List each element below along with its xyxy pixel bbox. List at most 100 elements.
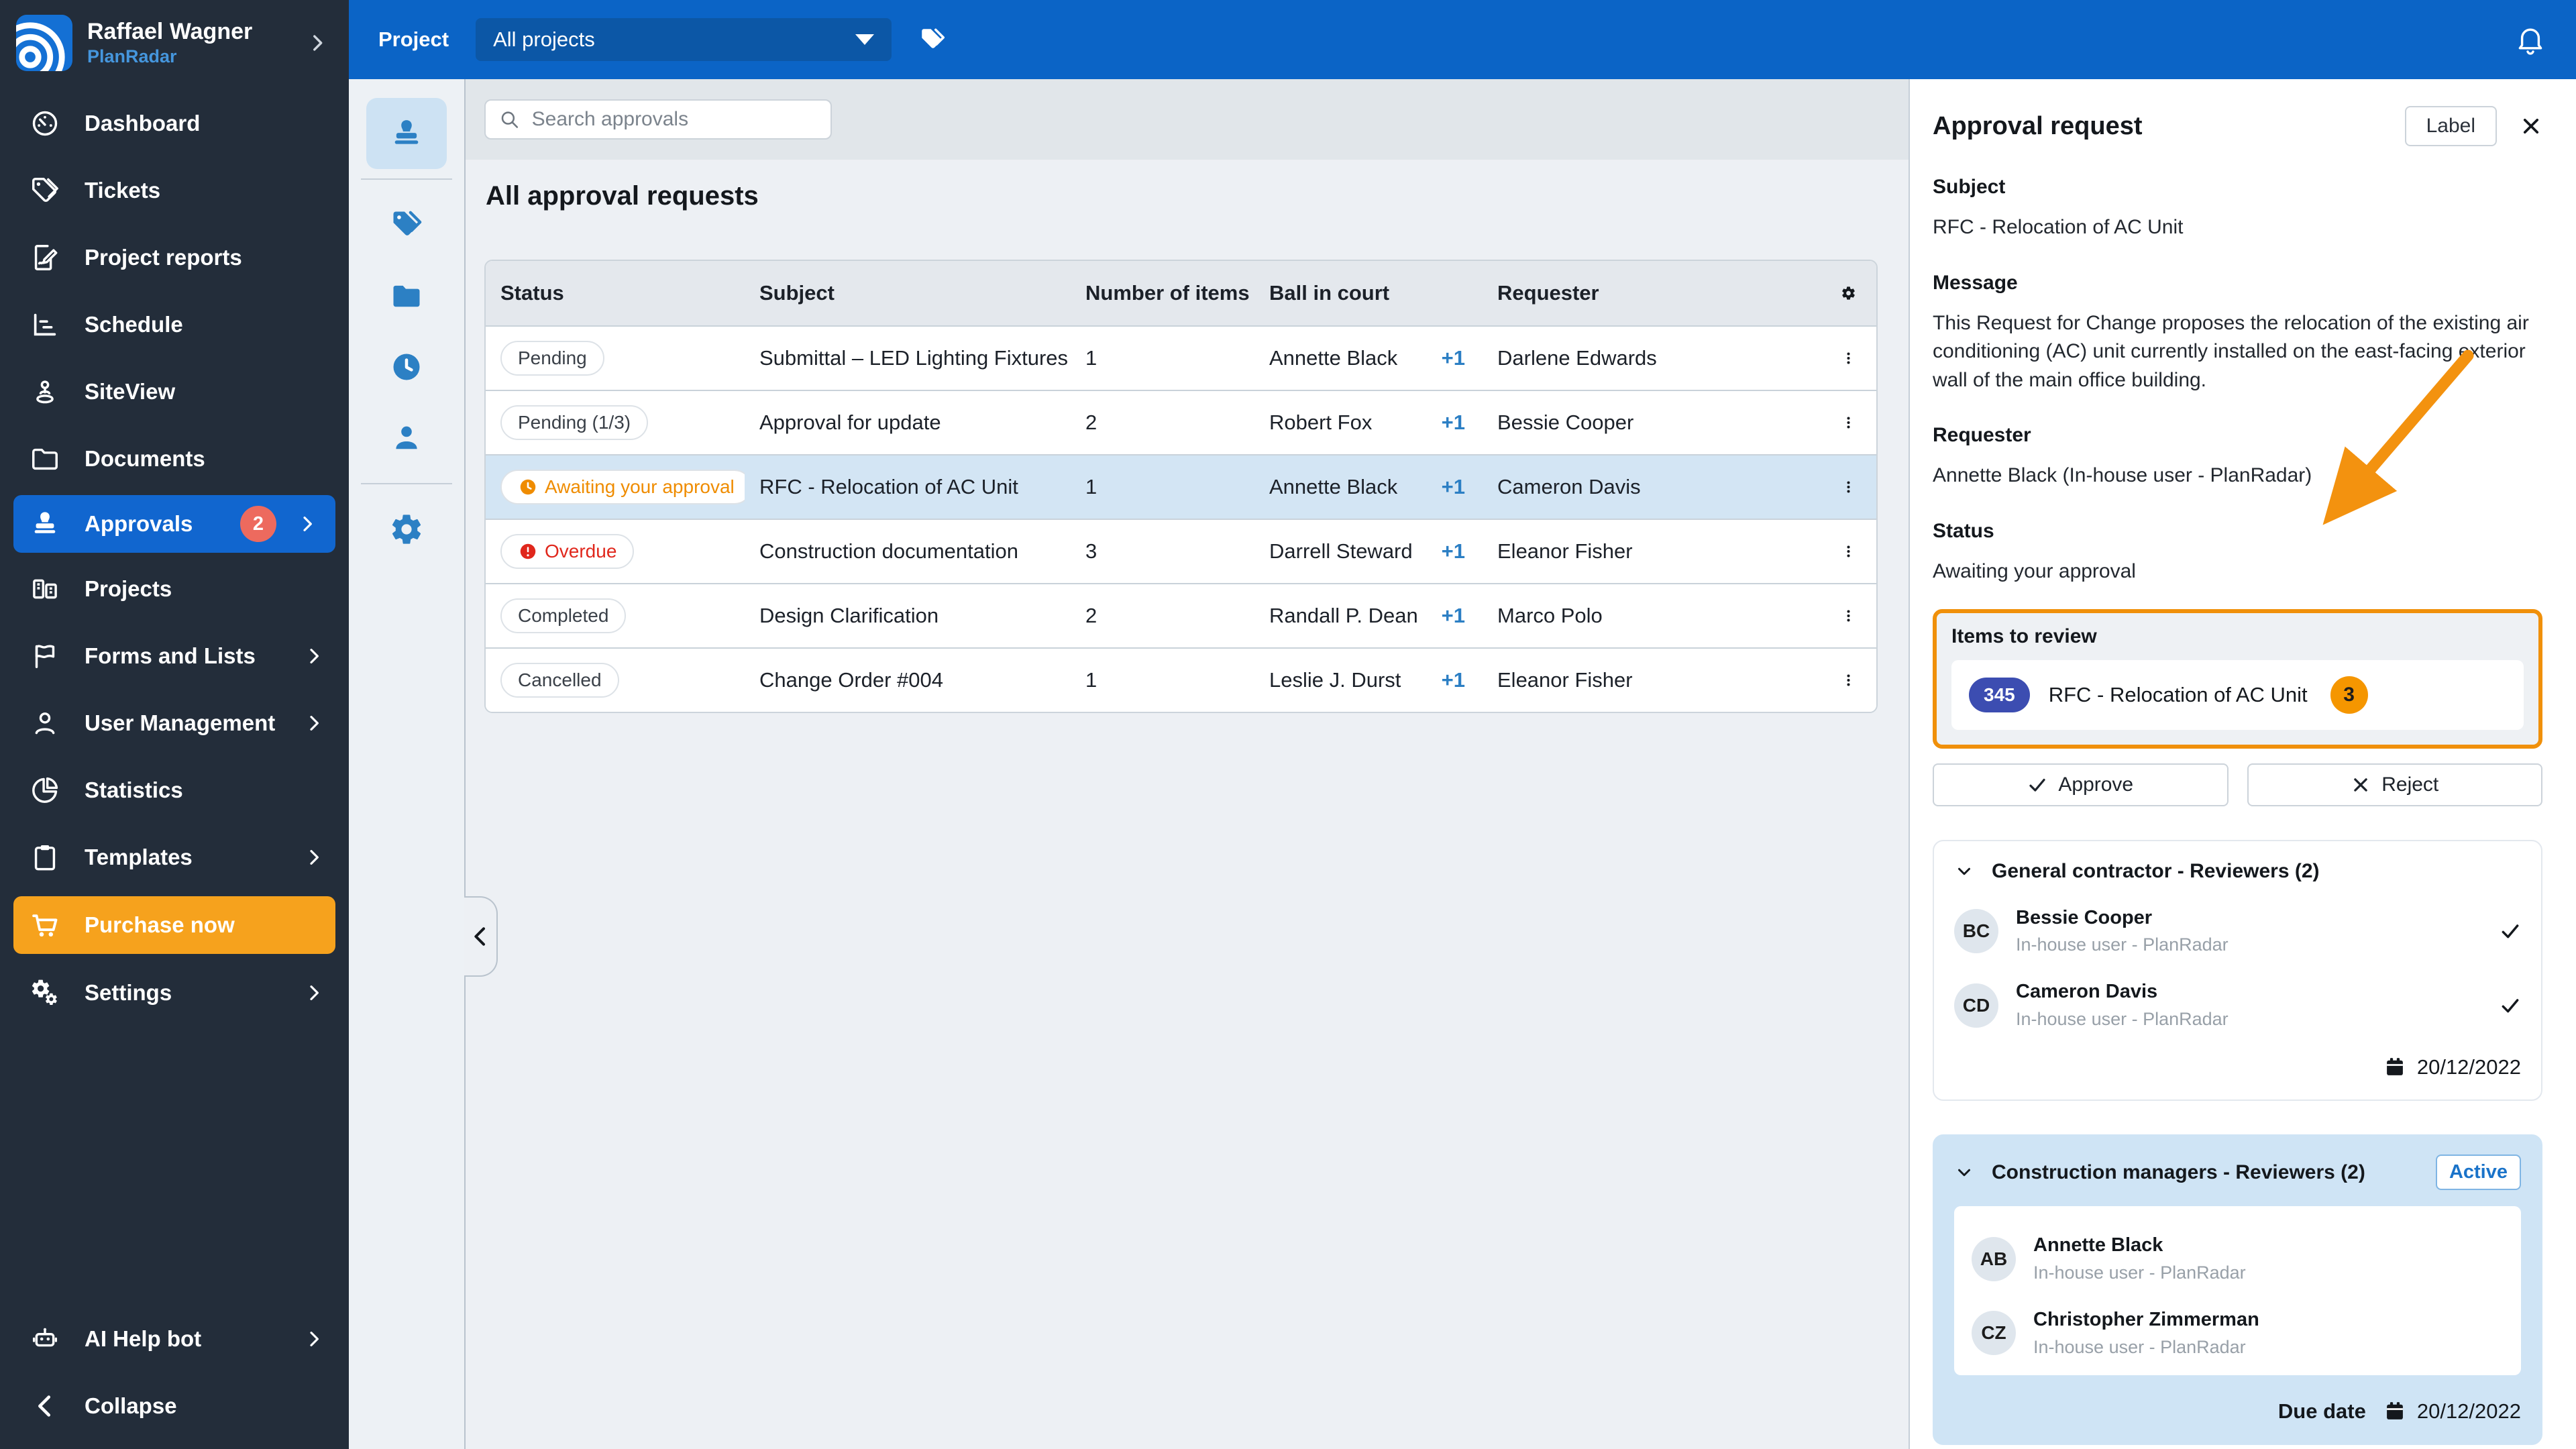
more-people-link[interactable]: +1 bbox=[1442, 668, 1465, 692]
chevron-down-icon bbox=[1958, 867, 1970, 875]
item-count-badge: 3 bbox=[2330, 676, 2368, 714]
table-settings-gear-icon[interactable] bbox=[1841, 278, 1856, 308]
sidebar-user-header[interactable]: Raffael Wagner PlanRadar bbox=[0, 0, 349, 83]
review-item[interactable]: 345 RFC - Relocation of AC Unit 3 bbox=[1951, 659, 2524, 730]
more-people-link[interactable]: +1 bbox=[1442, 346, 1465, 370]
items-to-review-title: Items to review bbox=[1951, 625, 2097, 647]
close-icon[interactable] bbox=[2520, 115, 2542, 138]
purchase-now-button[interactable]: Purchase now bbox=[13, 896, 335, 954]
avatar: BC bbox=[1954, 908, 1998, 953]
col-header-items[interactable]: Number of items bbox=[1071, 281, 1254, 305]
tool-labels[interactable] bbox=[366, 189, 447, 260]
col-header-ball-in-court[interactable]: Ball in court bbox=[1254, 281, 1483, 305]
col-header-status[interactable]: Status bbox=[486, 281, 745, 305]
table-row-selected[interactable]: Awaiting your approval RFC - Relocation … bbox=[486, 454, 1876, 519]
subject-label: Subject bbox=[1933, 176, 2006, 198]
label-button[interactable]: Label bbox=[2404, 106, 2497, 146]
toolbar-divider bbox=[361, 483, 452, 484]
purchase-now-label: Purchase now bbox=[85, 912, 235, 937]
table-row[interactable]: Pending Submittal – LED Lighting Fixture… bbox=[486, 325, 1876, 390]
sidebar-item-label: Templates bbox=[85, 845, 193, 869]
chevron-right-icon bbox=[303, 517, 312, 531]
reviewer-name: Cameron Davis bbox=[2016, 981, 2158, 1003]
chevron-right-icon[interactable] bbox=[306, 32, 329, 54]
dashboard-gauge-icon bbox=[32, 111, 58, 136]
more-people-link[interactable]: +1 bbox=[1442, 475, 1465, 499]
clock-icon bbox=[389, 350, 424, 384]
panel-collapse-handle[interactable] bbox=[464, 896, 498, 977]
approved-check-icon bbox=[2502, 924, 2519, 938]
projects-building-icon bbox=[33, 579, 57, 599]
group-header[interactable]: Construction managers - Reviewers (2) Ac… bbox=[1954, 1155, 2521, 1191]
sidebar-item-user-management[interactable]: User Management bbox=[0, 690, 349, 757]
gear-icon bbox=[392, 515, 421, 544]
more-people-link[interactable]: +1 bbox=[1442, 539, 1465, 564]
due-date-label: Due date bbox=[2277, 1399, 2366, 1423]
cart-icon bbox=[32, 914, 58, 938]
sidebar-item-documents[interactable]: Documents bbox=[0, 425, 349, 492]
sidebar-item-label: Settings bbox=[85, 980, 172, 1005]
ball-in-court-cell: Leslie J. Durst bbox=[1269, 668, 1401, 692]
reject-button[interactable]: Reject bbox=[2247, 763, 2542, 806]
approve-button[interactable]: Approve bbox=[1933, 763, 2229, 806]
group-date: 20/12/2022 bbox=[2416, 1055, 2521, 1079]
tool-folders[interactable] bbox=[366, 260, 447, 331]
notifications-bell-icon[interactable] bbox=[2514, 23, 2546, 56]
chevron-down-icon bbox=[1958, 1169, 1970, 1176]
sidebar-item-label: Tickets bbox=[85, 178, 161, 203]
sidebar-item-templates[interactable]: Templates bbox=[0, 824, 349, 891]
row-menu-kebab-icon[interactable] bbox=[1841, 408, 1856, 437]
col-header-subject[interactable]: Subject bbox=[745, 281, 1071, 305]
sidebar-item-forms-and-lists[interactable]: Forms and Lists bbox=[0, 623, 349, 690]
status-badge: Pending (1/3) bbox=[500, 405, 649, 440]
requester-cell: Eleanor Fisher bbox=[1497, 668, 1633, 692]
label-tag-icon[interactable] bbox=[918, 25, 947, 54]
gears-icon bbox=[30, 977, 60, 1008]
row-menu-kebab-icon[interactable] bbox=[1841, 537, 1856, 566]
reviewer-meta: In-house user - PlanRadar bbox=[2033, 1336, 2246, 1357]
sidebar-item-statistics[interactable]: Statistics bbox=[0, 757, 349, 824]
avatar: AB bbox=[1972, 1236, 2016, 1281]
tool-people[interactable] bbox=[366, 402, 447, 474]
table-row[interactable]: Cancelled Change Order #004 1 Leslie J. … bbox=[486, 647, 1876, 712]
group-header[interactable]: General contractor - Reviewers (2) bbox=[1954, 860, 2521, 883]
search-input[interactable] bbox=[530, 107, 817, 131]
chevron-right-icon bbox=[310, 649, 319, 663]
ball-in-court-cell: Darrell Steward bbox=[1269, 539, 1413, 563]
status-badge-overdue: Overdue bbox=[500, 534, 635, 569]
report-document-pencil-icon bbox=[34, 245, 58, 270]
sidebar-item-label: Schedule bbox=[85, 312, 183, 337]
tickets-tag-icon bbox=[32, 178, 58, 203]
row-menu-kebab-icon[interactable] bbox=[1841, 472, 1856, 502]
reviewer-row: AB Annette Black In-house user - PlanRad… bbox=[1972, 1233, 2504, 1285]
tool-settings[interactable] bbox=[366, 494, 447, 565]
col-header-requester[interactable]: Requester bbox=[1483, 281, 1826, 305]
reviewer-meta: In-house user - PlanRadar bbox=[2016, 934, 2229, 955]
table-row[interactable]: Overdue Construction documentation 3 Dar… bbox=[486, 519, 1876, 583]
sidebar-item-tickets[interactable]: Tickets bbox=[0, 157, 349, 224]
sidebar-item-dashboard[interactable]: Dashboard bbox=[0, 90, 349, 157]
sidebar-collapse-button[interactable]: Collapse bbox=[0, 1373, 349, 1440]
status-badge-awaiting: Awaiting your approval bbox=[500, 470, 745, 504]
sidebar-item-approvals[interactable]: Approvals 2 bbox=[13, 495, 335, 553]
project-select[interactable]: All projects bbox=[476, 18, 892, 61]
table-row[interactable]: Completed Design Clarification 2 Randall… bbox=[486, 583, 1876, 647]
reviewer-meta: In-house user - PlanRadar bbox=[2033, 1262, 2246, 1283]
ball-in-court-cell: Annette Black bbox=[1269, 475, 1398, 498]
toolbar-divider bbox=[361, 178, 452, 180]
table-row[interactable]: Pending (1/3) Approval for update 2 Robe… bbox=[486, 390, 1876, 454]
sidebar-item-ai-help-bot[interactable]: AI Help bot bbox=[0, 1305, 349, 1373]
more-people-link[interactable]: +1 bbox=[1442, 411, 1465, 435]
row-menu-kebab-icon[interactable] bbox=[1841, 601, 1856, 631]
sidebar-item-settings[interactable]: Settings bbox=[0, 959, 349, 1026]
row-menu-kebab-icon[interactable] bbox=[1841, 665, 1856, 695]
tool-history[interactable] bbox=[366, 331, 447, 402]
row-menu-kebab-icon[interactable] bbox=[1841, 343, 1856, 373]
sidebar-item-siteview[interactable]: SiteView bbox=[0, 358, 349, 425]
sidebar-item-project-reports[interactable]: Project reports bbox=[0, 224, 349, 291]
chevron-right-icon bbox=[310, 716, 319, 731]
more-people-link[interactable]: +1 bbox=[1442, 604, 1465, 628]
sidebar-item-projects[interactable]: Projects bbox=[0, 555, 349, 623]
sidebar-item-schedule[interactable]: Schedule bbox=[0, 291, 349, 358]
tool-approvals-stamp[interactable] bbox=[366, 98, 447, 169]
